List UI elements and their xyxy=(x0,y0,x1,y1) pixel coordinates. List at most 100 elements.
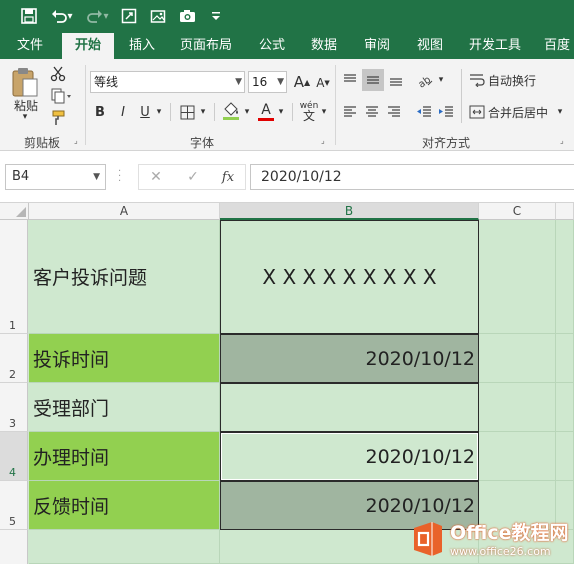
select-all-corner[interactable] xyxy=(0,203,29,220)
decrease-indent-icon[interactable] xyxy=(414,101,434,123)
format-painter-icon[interactable] xyxy=(48,109,68,127)
cell-a1[interactable]: 客户投诉问题 xyxy=(29,220,220,334)
watermark-url: www.office26.com xyxy=(450,545,551,558)
clipboard-launcher-icon[interactable]: ⌟ xyxy=(74,136,84,146)
row-header-4[interactable]: 4 xyxy=(0,432,28,481)
align-top-icon[interactable] xyxy=(340,69,360,91)
font-launcher-icon[interactable]: ⌟ xyxy=(321,136,331,146)
decrease-font-size-button[interactable]: A ▼ xyxy=(314,73,332,93)
cut-icon[interactable] xyxy=(48,65,68,83)
row-header-1[interactable]: 1 xyxy=(0,220,28,334)
paste-dropdown-icon[interactable]: ▾ xyxy=(18,112,32,122)
font-name-dropdown-icon[interactable]: ▼ xyxy=(235,72,242,92)
cell-a5[interactable]: 反馈时间 xyxy=(29,481,220,530)
borders-dropdown-icon[interactable]: ▾ xyxy=(197,101,209,123)
alignment-launcher-icon[interactable]: ⌟ xyxy=(560,136,570,146)
cell-b3[interactable] xyxy=(220,383,479,432)
borders-icon[interactable] xyxy=(176,101,198,123)
align-left-icon[interactable] xyxy=(340,101,360,123)
undo-dropdown-icon[interactable]: ▾ xyxy=(64,5,76,27)
cell-a2[interactable]: 投诉时间 xyxy=(29,334,220,383)
name-box-dropdown-icon[interactable]: ▼ xyxy=(93,165,100,189)
insert-picture-icon[interactable] xyxy=(147,5,169,27)
orientation-icon[interactable]: ab xyxy=(414,69,436,91)
increase-font-size-button[interactable]: A ▲ xyxy=(292,71,312,93)
align-middle-icon[interactable] xyxy=(362,69,384,91)
paste-icon[interactable] xyxy=(8,65,42,99)
wrap-text-button[interactable]: 自动换行 xyxy=(488,69,540,91)
clipboard-group-label: 剪贴板 xyxy=(23,136,60,150)
italic-button[interactable]: I xyxy=(115,101,131,123)
redo-dropdown-icon[interactable]: ▾ xyxy=(100,5,112,27)
bold-button[interactable]: B xyxy=(92,101,108,123)
align-right-icon[interactable] xyxy=(384,101,404,123)
font-size-dropdown-icon[interactable]: ▼ xyxy=(277,72,284,92)
svg-text:ab: ab xyxy=(417,74,434,88)
save-icon[interactable] xyxy=(18,5,40,27)
row-header-3[interactable]: 3 xyxy=(0,383,28,432)
tab-home[interactable]: 开始 xyxy=(62,33,114,59)
underline-dropdown-icon[interactable]: ▾ xyxy=(153,101,165,123)
tab-formulas[interactable]: 公式 xyxy=(250,33,294,59)
merge-center-icon[interactable] xyxy=(468,101,486,123)
formula-input[interactable]: 2020/10/12 xyxy=(250,164,574,190)
tab-file[interactable]: 文件 xyxy=(8,33,52,59)
cell-d4[interactable] xyxy=(556,432,574,481)
screenshot-icon[interactable] xyxy=(118,5,140,27)
tab-developer[interactable]: 开发工具 xyxy=(463,33,527,59)
row-number: 1 xyxy=(9,319,16,332)
font-size-combo[interactable]: 16 ▼ xyxy=(248,71,287,93)
cell-a3[interactable]: 受理部门 xyxy=(29,383,220,432)
cell-a6[interactable] xyxy=(29,530,220,564)
cell-d1[interactable] xyxy=(556,220,574,334)
tab-review[interactable]: 审阅 xyxy=(355,33,399,59)
align-center-icon[interactable] xyxy=(362,101,382,123)
font-color-dropdown-icon[interactable]: ▾ xyxy=(276,101,286,123)
row-header-6[interactable] xyxy=(0,530,28,564)
orientation-dropdown-icon[interactable]: ▾ xyxy=(436,69,446,91)
cell-c1[interactable] xyxy=(479,220,556,334)
underline-button[interactable]: U xyxy=(137,101,153,123)
phonetic-guide-button[interactable]: wén 文 xyxy=(298,99,320,123)
office-logo-icon xyxy=(414,522,442,556)
fill-color-dropdown-icon[interactable]: ▾ xyxy=(242,101,252,123)
wrap-text-icon[interactable] xyxy=(468,69,486,91)
insert-function-icon[interactable]: fx xyxy=(217,164,239,190)
cell-c3[interactable] xyxy=(479,383,556,432)
cancel-icon[interactable]: ✕ xyxy=(145,164,167,190)
align-bottom-icon[interactable] xyxy=(386,69,406,91)
tab-data[interactable]: 数据 xyxy=(302,33,346,59)
row-header-2[interactable]: 2 xyxy=(0,334,28,383)
tab-page-layout[interactable]: 页面布局 xyxy=(174,33,238,59)
increase-indent-icon[interactable] xyxy=(436,101,456,123)
font-color-icon[interactable]: A xyxy=(256,99,276,123)
cell-c2[interactable] xyxy=(479,334,556,383)
name-box[interactable]: B4 ▼ xyxy=(5,164,106,190)
column-header-a[interactable]: A xyxy=(29,203,220,220)
column-header-b[interactable]: B xyxy=(220,203,479,220)
tab-insert[interactable]: 插入 xyxy=(120,33,164,59)
cell-d3[interactable] xyxy=(556,383,574,432)
splitter-handle-icon[interactable]: · · · xyxy=(118,167,122,187)
tab-view[interactable]: 视图 xyxy=(408,33,452,59)
cell-b4[interactable]: 2020/10/12 xyxy=(220,432,479,481)
merge-center-dropdown-icon[interactable]: ▾ xyxy=(554,101,566,123)
customize-qat-icon[interactable] xyxy=(205,5,227,27)
merge-center-button[interactable]: 合并后居中 xyxy=(488,101,552,123)
column-header-c[interactable]: C xyxy=(479,203,556,220)
cell-d2[interactable] xyxy=(556,334,574,383)
copy-icon[interactable] xyxy=(48,87,76,105)
phonetic-dropdown-icon[interactable]: ▾ xyxy=(319,101,329,123)
cell-b2[interactable]: 2020/10/12 xyxy=(220,334,479,383)
paste-button[interactable]: 粘贴 xyxy=(8,97,44,113)
enter-icon[interactable]: ✓ xyxy=(182,164,204,190)
row-header-5[interactable]: 5 xyxy=(0,481,28,530)
cell-c4[interactable] xyxy=(479,432,556,481)
tab-baidu[interactable]: 百度 xyxy=(540,33,574,59)
cell-b1[interactable]: X X X X X X X X X xyxy=(220,220,479,334)
font-name-combo[interactable]: 等线 ▼ xyxy=(90,71,245,93)
fill-color-icon[interactable] xyxy=(220,99,242,123)
column-header-d[interactable] xyxy=(556,203,574,220)
cell-a4[interactable]: 办理时间 xyxy=(29,432,220,481)
camera-icon[interactable] xyxy=(176,5,198,27)
